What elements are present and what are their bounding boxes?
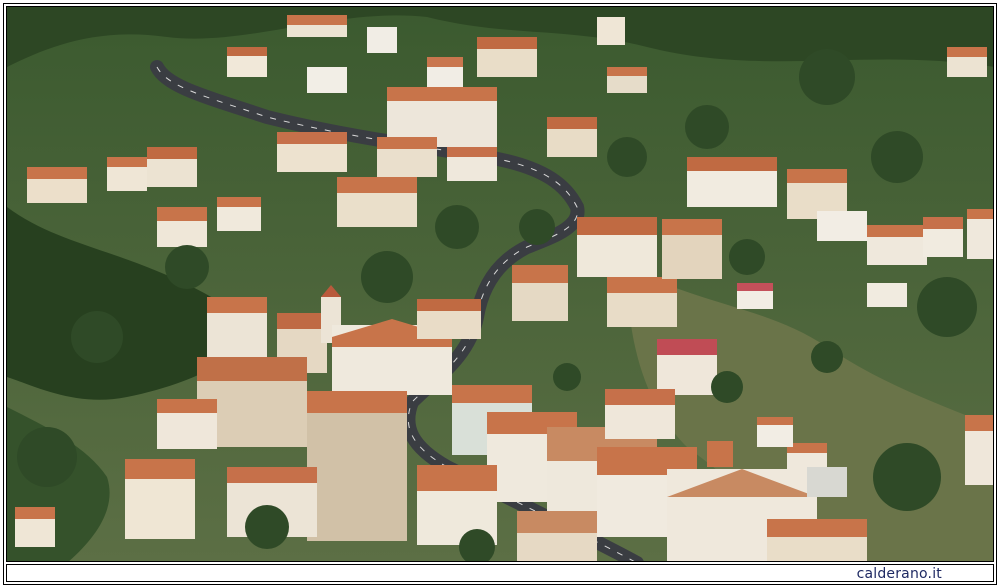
aerial-photo — [6, 6, 994, 562]
watermark-text: calderano.it — [856, 566, 942, 582]
caption-bar — [6, 564, 994, 582]
village-aerial-illustration — [7, 7, 993, 561]
